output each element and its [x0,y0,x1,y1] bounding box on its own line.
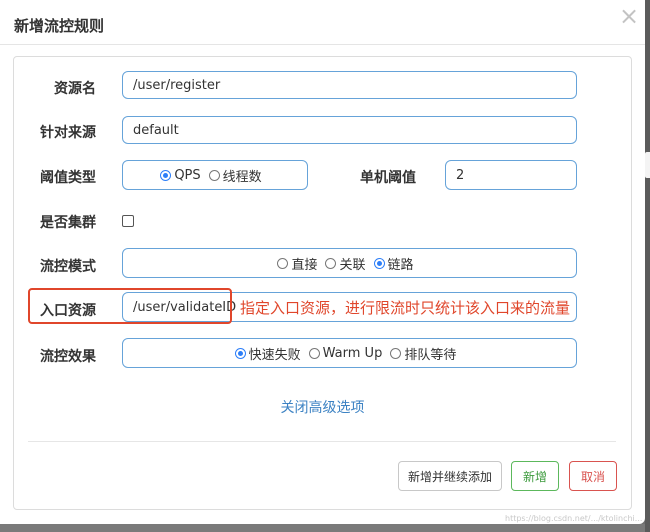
origin-label: 针对来源 [40,125,96,141]
cancel-button[interactable]: 取消 [569,461,617,491]
dialog-title: 新增流控规则 [14,17,105,35]
radio-selected-icon[interactable] [160,169,172,181]
radio-icon[interactable] [325,257,337,269]
add-and-continue-button[interactable]: 新增并继续添加 [398,461,502,491]
add-button[interactable]: 新增 [511,461,559,491]
flow-mode-label: 流控模式 [40,259,96,275]
effect-warm-up[interactable]: Warm Up [308,345,383,361]
control-effect-label: 流控效果 [40,349,96,365]
threshold-type-qps[interactable]: QPS [160,167,201,183]
flow-mode-relate[interactable]: 关联 [325,254,366,273]
footer-divider [28,441,616,442]
effect-queue[interactable]: 排队等待 [390,344,456,363]
radio-icon[interactable] [277,257,289,269]
radio-selected-icon[interactable] [373,257,385,269]
threshold-type-threads[interactable]: 线程数 [208,166,262,185]
cluster-label: 是否集群 [40,215,96,231]
origin-input[interactable] [122,116,577,144]
single-threshold-label: 单机阈值 [360,170,416,186]
threshold-type-qps-label: QPS [174,167,201,183]
annotation-text: 指定入口资源，进行限流时只统计该入口来的流量 [240,299,571,317]
effect-fast-fail-label: 快速失败 [248,347,301,363]
flow-mode-group: 直接 关联 链路 [122,248,577,278]
effect-queue-label: 排队等待 [404,347,457,363]
toggle-advanced-link[interactable]: 关闭高级选项 [0,397,645,417]
effect-warm-up-label: Warm Up [322,345,383,361]
header-divider [0,44,645,45]
threshold-type-threads-label: 线程数 [222,169,262,185]
flow-mode-direct-label: 直接 [291,257,318,273]
resource-input[interactable] [122,71,577,99]
backdrop-bottom [0,524,645,532]
flow-mode-direct[interactable]: 直接 [277,254,317,273]
cluster-checkbox[interactable] [122,215,134,227]
radio-icon[interactable] [208,169,220,181]
radio-icon[interactable] [308,347,320,359]
effect-fast-fail[interactable]: 快速失败 [234,344,301,363]
radio-icon[interactable] [390,347,402,359]
backdrop-right [645,0,650,532]
flow-mode-relate-label: 关联 [339,257,366,273]
flow-mode-chain-label: 链路 [387,257,414,273]
threshold-type-group: QPS 线程数 [122,160,308,190]
flow-rule-dialog: 新增流控规则 × 资源名 针对来源 阈值类型 QPS 线程数 单机阈值 是否集群… [0,0,645,524]
threshold-type-label: 阈值类型 [40,170,96,186]
close-icon[interactable]: × [619,4,639,28]
watermark: https://blog.csdn.net/.../ktolinchi... [505,514,643,523]
resource-label: 资源名 [54,81,96,97]
annotation-highlight-box [28,288,232,324]
single-threshold-input[interactable] [445,160,577,190]
flow-mode-chain[interactable]: 链路 [373,254,414,273]
radio-selected-icon[interactable] [234,347,246,359]
backdrop-chip [645,152,650,178]
control-effect-group: 快速失败 Warm Up 排队等待 [122,338,577,368]
